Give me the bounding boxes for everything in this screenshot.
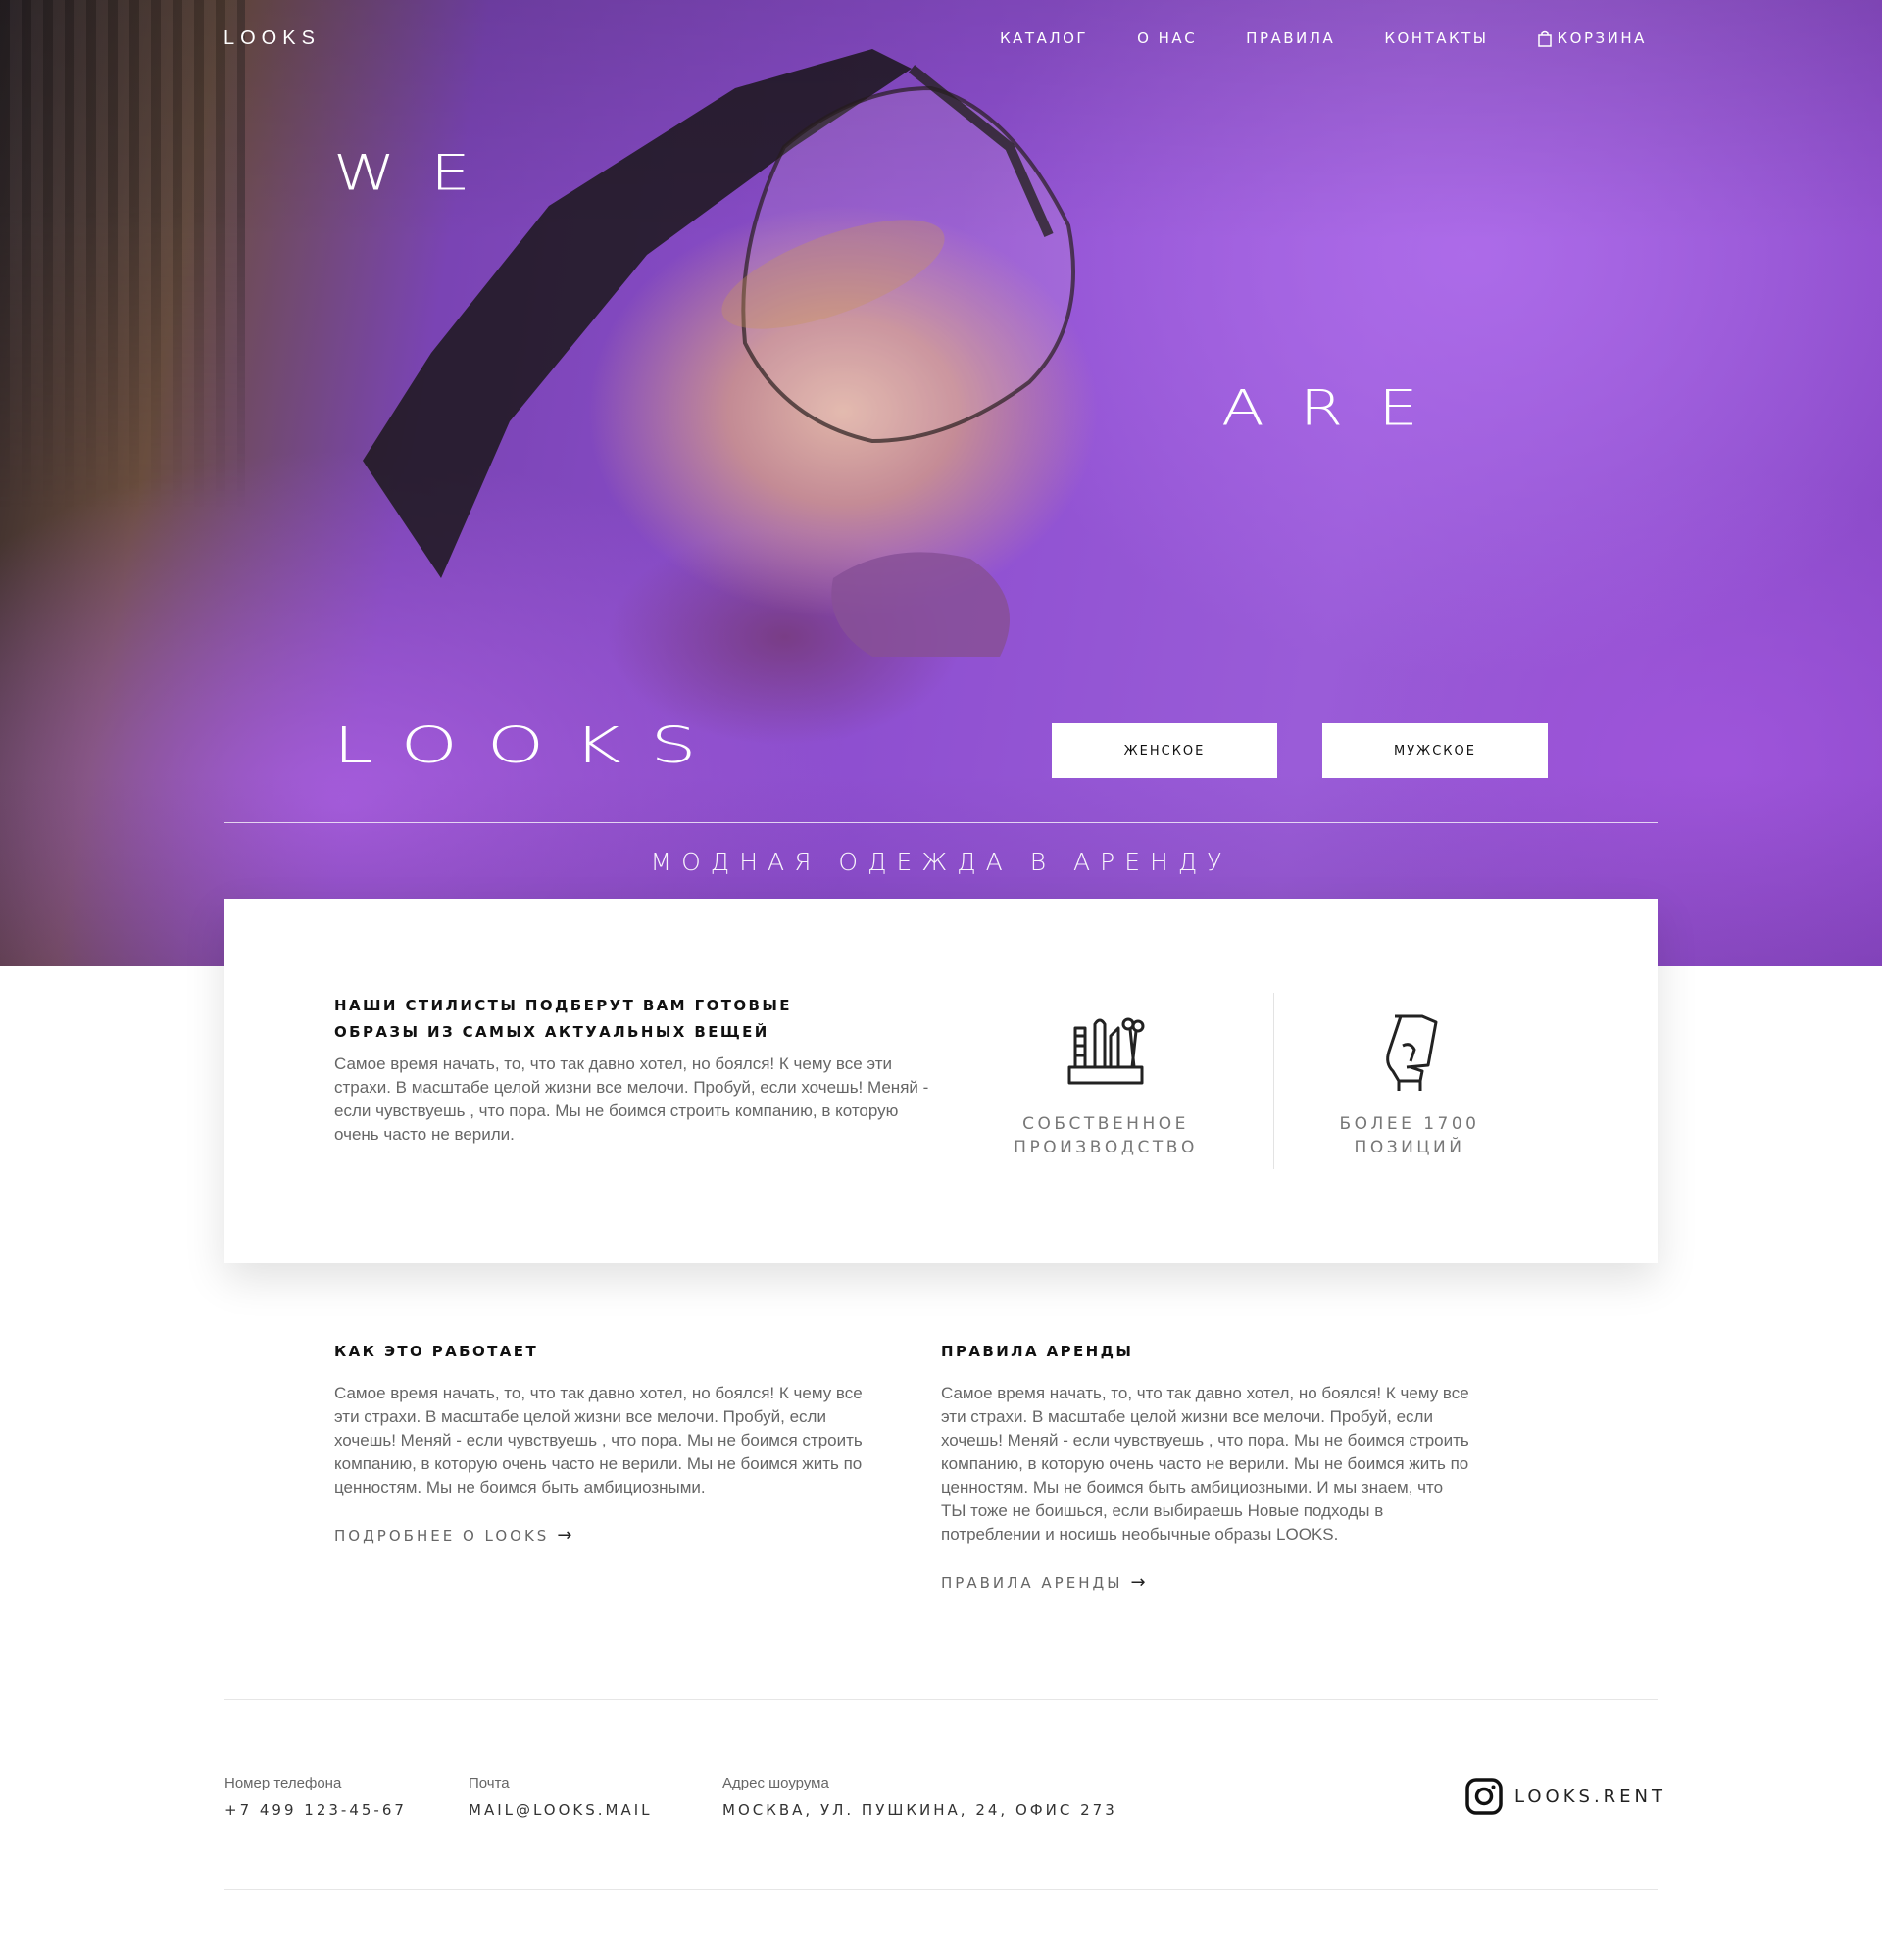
- footer-mail: Почта MAIL@LOOKS.MAIL: [469, 1775, 653, 1819]
- nav-contacts[interactable]: КОНТАКТЫ: [1384, 29, 1488, 47]
- mail-label: Почта: [469, 1775, 510, 1791]
- phone-label: Номер телефона: [224, 1775, 342, 1791]
- feature-production: СОБСТВЕННОЕ ПРОИЗВОДСТВО: [988, 1006, 1223, 1159]
- footer-address: Адрес шоурума МОСКВА, УЛ. ПУШКИНА, 24, О…: [722, 1775, 1117, 1819]
- rental-rules-section: ПРАВИЛА АРЕНДЫ Самое время начать, то, ч…: [941, 1343, 1470, 1592]
- feature-positions-label: БОЛЕЕ 1700 ПОЗИЦИЙ: [1339, 1114, 1480, 1157]
- arrow-right-icon: →: [557, 1525, 572, 1545]
- address-label: Адрес шоурума: [722, 1775, 829, 1791]
- instagram-link[interactable]: LOOKS.RENT: [1465, 1778, 1666, 1815]
- card-title: НАШИ СТИЛИСТЫ ПОДБЕРУТ ВАМ ГОТОВЫЕ ОБРАЗ…: [334, 997, 792, 1041]
- nav-about[interactable]: О НАС: [1137, 29, 1197, 47]
- rental-rules-title: ПРАВИЛА АРЕНДЫ: [941, 1343, 1134, 1360]
- nav-cart-label: КОРЗИНА: [1557, 29, 1647, 47]
- hero-divider: [224, 822, 1658, 823]
- footer-divider-top: [224, 1699, 1658, 1700]
- nav-cart[interactable]: КОРЗИНА: [1537, 29, 1647, 47]
- phone-value[interactable]: +7 499 123-45-67: [224, 1801, 407, 1819]
- hero-word-we: WE: [333, 145, 506, 202]
- card-divider: [1273, 993, 1274, 1169]
- women-button[interactable]: ЖЕНСКОЕ: [1052, 723, 1277, 778]
- feature-production-label: СОБСТВЕННОЕ ПРОИЗВОДСТВО: [1014, 1114, 1198, 1157]
- sewing-tools-icon: [1067, 1017, 1145, 1085]
- rental-rules-link-label: ПРАВИЛА АРЕНДЫ: [941, 1573, 1123, 1592]
- feature-positions: БОЛЕЕ 1700 ПОЗИЦИЙ: [1292, 1006, 1527, 1159]
- address-value: МОСКВА, УЛ. ПУШКИНА, 24, ОФИС 273: [722, 1801, 1117, 1819]
- footer-divider-bottom: [224, 1889, 1658, 1890]
- main-nav: КАТАЛОГ О НАС ПРАВИЛА КОНТАКТЫ КОРЗИНА: [1000, 29, 1647, 47]
- nav-catalog[interactable]: КАТАЛОГ: [1000, 29, 1088, 47]
- how-it-works-title: КАК ЭТО РАБОТАЕТ: [334, 1343, 539, 1360]
- more-about-looks-label: ПОДРОБНЕЕ О LOOKS: [334, 1526, 550, 1544]
- instagram-icon: [1465, 1778, 1503, 1815]
- mail-value[interactable]: MAIL@LOOKS.MAIL: [469, 1801, 653, 1819]
- hero-word-are: ARE: [1221, 380, 1454, 437]
- rental-rules-text: Самое время начать, то, что так давно хо…: [941, 1384, 1469, 1544]
- footer-phone: Номер телефона +7 499 123-45-67: [224, 1775, 407, 1819]
- instagram-label: LOOKS.RENT: [1514, 1786, 1667, 1807]
- hanger-hand-icon: [1386, 1014, 1438, 1091]
- hero-tagline: МОДНАЯ ОДЕЖДА В АРЕНДУ: [650, 848, 1232, 876]
- shopping-bag-icon: [1537, 30, 1552, 47]
- card-text: Самое время начать, то, что так давно хо…: [334, 1054, 929, 1144]
- more-about-looks-link[interactable]: ПОДРОБНЕЕ О LOOKS →: [334, 1525, 571, 1545]
- how-it-works-text: Самое время начать, то, что так давно хо…: [334, 1384, 863, 1496]
- hero-logo-looks: LOOKS: [333, 716, 726, 775]
- nav-rules[interactable]: ПРАВИЛА: [1246, 29, 1335, 47]
- site-logo[interactable]: LOOKS: [223, 27, 321, 50]
- rental-rules-link[interactable]: ПРАВИЛА АРЕНДЫ →: [941, 1572, 1146, 1592]
- arrow-right-icon: →: [1130, 1572, 1146, 1592]
- men-button[interactable]: МУЖСКОЕ: [1322, 723, 1548, 778]
- how-it-works-section: КАК ЭТО РАБОТАЕТ Самое время начать, то,…: [334, 1343, 864, 1545]
- stylists-card: НАШИ СТИЛИСТЫ ПОДБЕРУТ ВАМ ГОТОВЫЕ ОБРАЗ…: [224, 899, 1658, 1263]
- hero-banner: LOOKS КАТАЛОГ О НАС ПРАВИЛА КОНТАКТЫ КОР…: [0, 0, 1882, 966]
